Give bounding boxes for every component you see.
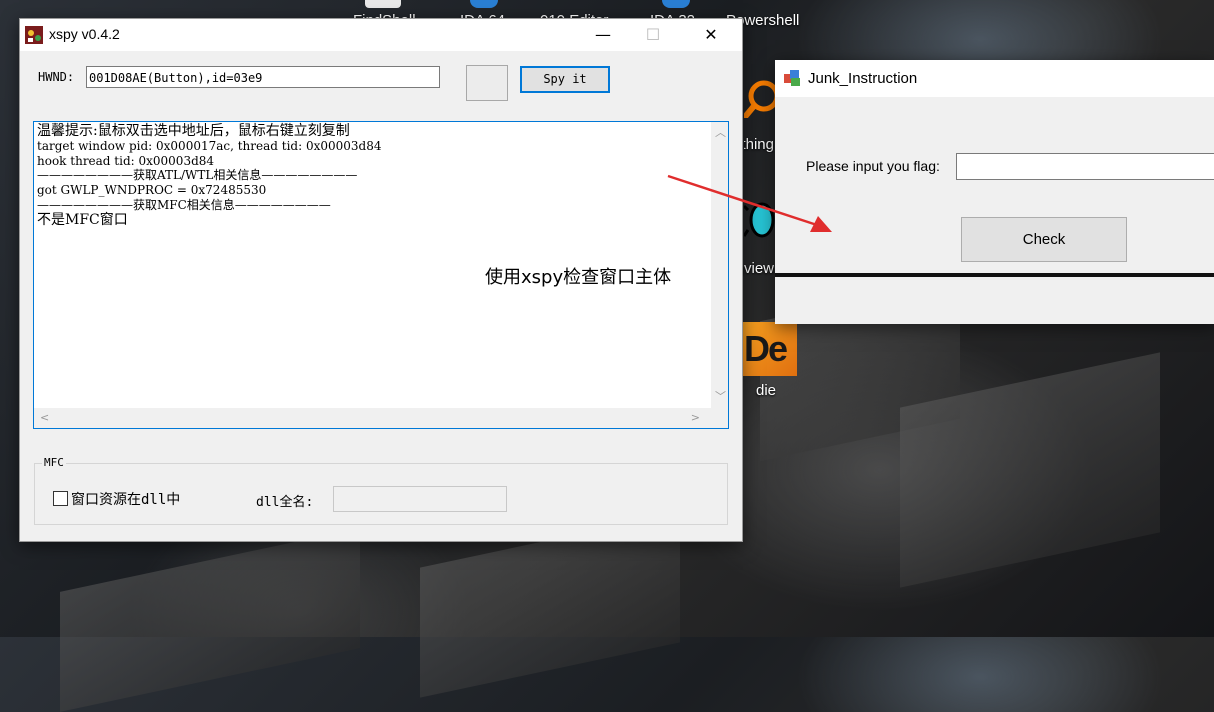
mfc-group-label: MFC (42, 456, 66, 469)
junk-app-icon (782, 68, 802, 88)
close-button[interactable]: ✕ (688, 19, 734, 51)
spy-it-button[interactable]: Spy it (520, 66, 610, 93)
dll-resource-checkbox[interactable] (53, 491, 68, 506)
output-line: ————————获取ATL/WTL相关信息———————— (37, 168, 358, 182)
output-line: 不是MFC窗口 (37, 212, 128, 228)
die-icon-text: De (744, 328, 788, 369)
ida64-icon[interactable] (470, 0, 498, 8)
annotation-arrow-icon (667, 174, 832, 232)
desktop-label-dbgview[interactable]: Dbgview (740, 260, 774, 277)
hwnd-input[interactable]: 001D08AE(Button),id=03e9 (86, 66, 440, 88)
die-icon[interactable]: De (742, 322, 797, 376)
findshell-icon[interactable] (365, 0, 401, 8)
output-line: got GWLP_WNDPROC = 0x72485530 (37, 183, 267, 197)
dll-name-label: dll全名: (256, 495, 314, 510)
dll-resource-checkbox-label[interactable]: 窗口资源在dll中 (71, 489, 180, 509)
check-button[interactable]: Check (961, 217, 1127, 262)
dll-name-field[interactable] (333, 486, 507, 512)
window-finder-target[interactable] (466, 65, 508, 101)
wallpaper-block (60, 528, 360, 712)
output-line: hook thread tid: 0x00003d84 (37, 154, 215, 168)
output-line: ————————获取MFC相关信息———————— (37, 198, 331, 212)
xspy-app-icon (24, 25, 44, 45)
output-line: target window pid: 0x000017ac, thread ti… (37, 139, 382, 153)
junk-titlebar[interactable]: Junk_Instruction (775, 60, 1214, 97)
junk-title: Junk_Instruction (808, 70, 918, 87)
desktop-label-die[interactable]: die (756, 382, 776, 399)
maximize-button[interactable]: ☐ (630, 19, 676, 51)
output-line: 温馨提示:鼠标双击选中地址后，鼠标右键立刻复制 (37, 123, 350, 139)
scroll-down-icon[interactable]: ﹀ (715, 388, 726, 404)
scroll-right-icon[interactable]: > (691, 411, 700, 424)
xspy-titlebar[interactable]: xspy v0.4.2 — ☐ ✕ (20, 19, 742, 51)
annotation-text: 使用xspy检查窗口主体 (485, 267, 672, 288)
junk-divider (775, 273, 1214, 277)
scroll-left-icon[interactable]: < (40, 411, 49, 424)
flag-input[interactable] (956, 153, 1214, 180)
ida32-icon[interactable] (662, 0, 690, 8)
desktop-label-everything[interactable]: Everything (744, 136, 774, 153)
scroll-up-icon[interactable]: ︿ (715, 124, 726, 140)
minimize-button[interactable]: — (580, 19, 626, 51)
xspy-title: xspy v0.4.2 (49, 26, 120, 42)
hwnd-label: HWND: (38, 70, 75, 84)
horizontal-scrollbar[interactable]: < > (34, 408, 728, 428)
vertical-scrollbar[interactable]: ︿ ﹀ (711, 122, 728, 408)
